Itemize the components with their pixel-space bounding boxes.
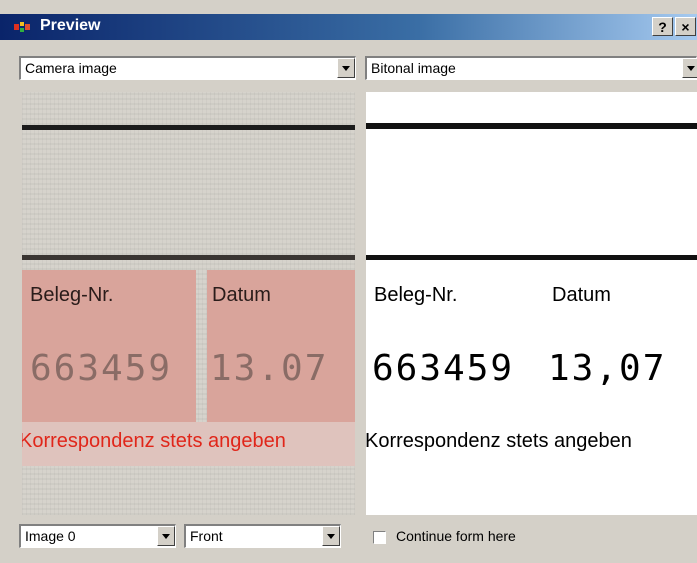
continue-form-label[interactable]: Continue form here: [396, 528, 516, 544]
datum-label: Datum: [212, 284, 271, 306]
form-rule: [22, 125, 355, 130]
left-view-value: Camera image: [25, 60, 117, 76]
bitonal-image-view: Beleg-Nr. Datum 663459 13,07 Korresponde…: [366, 92, 697, 515]
right-view-select[interactable]: Bitonal image: [365, 56, 697, 80]
chevron-down-icon[interactable]: [682, 58, 697, 78]
image-select[interactable]: Image 0: [19, 524, 176, 548]
continue-form-checkbox[interactable]: [373, 531, 386, 544]
footer-notice: Korrespondenz stets angeben: [366, 430, 632, 452]
datum-label: Datum: [552, 284, 611, 306]
beleg-label: Beleg-Nr.: [374, 284, 458, 306]
form-rule: [366, 123, 697, 129]
datum-value: 13,07: [548, 348, 667, 389]
side-select[interactable]: Front: [184, 524, 341, 548]
beleg-number: 663459: [30, 348, 173, 389]
image-select-value: Image 0: [25, 528, 76, 544]
chevron-down-icon[interactable]: [322, 526, 340, 546]
side-select-value: Front: [190, 528, 223, 544]
datum-value: 13.07: [210, 348, 329, 389]
chevron-down-icon[interactable]: [157, 526, 175, 546]
form-rule: [22, 255, 355, 260]
close-button[interactable]: ×: [675, 17, 696, 36]
right-view-value: Bitonal image: [371, 60, 456, 76]
beleg-number: 663459: [372, 348, 515, 389]
chevron-down-icon[interactable]: [337, 58, 355, 78]
title-bar[interactable]: Preview ? ×: [0, 14, 697, 40]
form-rule: [366, 255, 697, 260]
help-button[interactable]: ?: [652, 17, 673, 36]
app-icon: [14, 22, 30, 32]
left-view-select[interactable]: Camera image: [19, 56, 356, 80]
window-title: Preview: [40, 17, 101, 34]
footer-notice: Korrespondenz stets angeben: [22, 430, 286, 452]
beleg-label: Beleg-Nr.: [30, 284, 114, 306]
camera-image-view: Beleg-Nr. Datum 663459 13.07 Korresponde…: [22, 92, 355, 515]
